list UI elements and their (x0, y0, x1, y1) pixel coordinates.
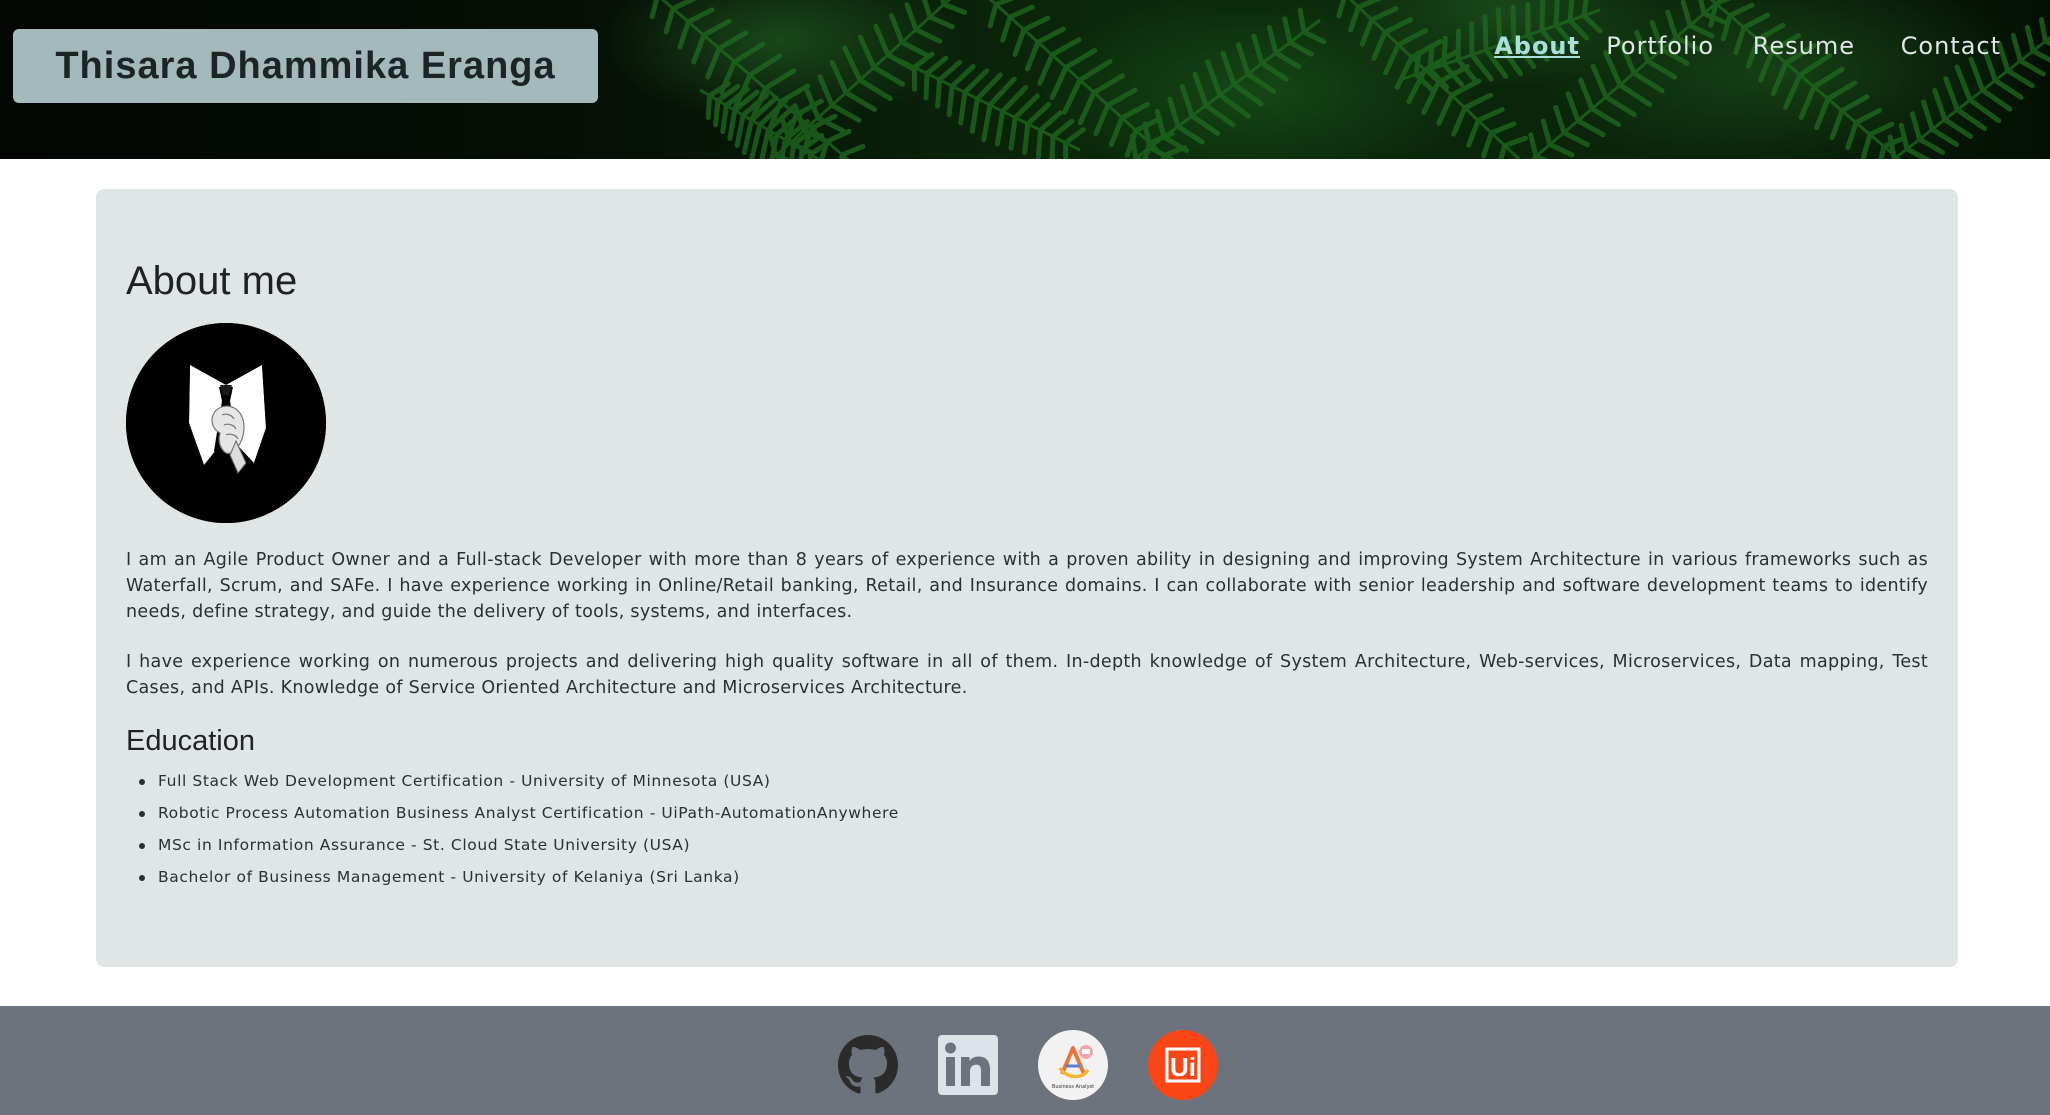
github-icon (838, 1035, 898, 1094)
education-item: MSc in Information Assurance - St. Cloud… (126, 831, 899, 863)
badge-caption: Business Analyst (1052, 1084, 1094, 1090)
nav-link-resume[interactable]: Resume (1753, 32, 1855, 60)
suit-tie-avatar-icon (126, 323, 326, 523)
education-title: Education (126, 725, 255, 757)
education-item: Robotic Process Automation Business Anal… (126, 799, 899, 831)
uipath-icon: Ui (1148, 1030, 1218, 1100)
linkedin-icon (938, 1035, 998, 1095)
education-item: Full Stack Web Development Certification… (126, 767, 899, 799)
about-card: About me I am an Agile Product Owner and… (96, 189, 1958, 967)
about-paragraph-2: I have experience working on numerous pr… (126, 652, 1928, 698)
avatar (126, 323, 326, 523)
nav-link-portfolio[interactable]: Portfolio (1606, 32, 1714, 60)
uipath-link[interactable]: Ui (1148, 1030, 1218, 1100)
about-paragraph-1: I am an Agile Product Owner and a Full-s… (126, 550, 1928, 622)
brand-name: Thisara Dhammika Eranga (55, 44, 556, 87)
about-title: About me (126, 259, 298, 303)
site-footer: Business Analyst Ui (0, 1006, 2050, 1115)
uipath-label: Ui (1170, 1052, 1196, 1082)
education-list: Full Stack Web Development Certification… (126, 767, 899, 895)
brand-box[interactable]: Thisara Dhammika Eranga (13, 29, 598, 103)
site-header: Thisara Dhammika Eranga About Portfolio … (0, 0, 2050, 159)
github-link[interactable] (833, 1030, 903, 1100)
education-item: Bachelor of Business Management - Univer… (126, 863, 899, 895)
nav-link-about[interactable]: About (1494, 32, 1580, 60)
linkedin-link[interactable] (933, 1030, 1003, 1100)
business-analyst-link[interactable]: Business Analyst (1038, 1030, 1108, 1100)
business-analyst-badge-icon: Business Analyst (1038, 1030, 1108, 1100)
nav-link-contact[interactable]: Contact (1901, 32, 2001, 60)
